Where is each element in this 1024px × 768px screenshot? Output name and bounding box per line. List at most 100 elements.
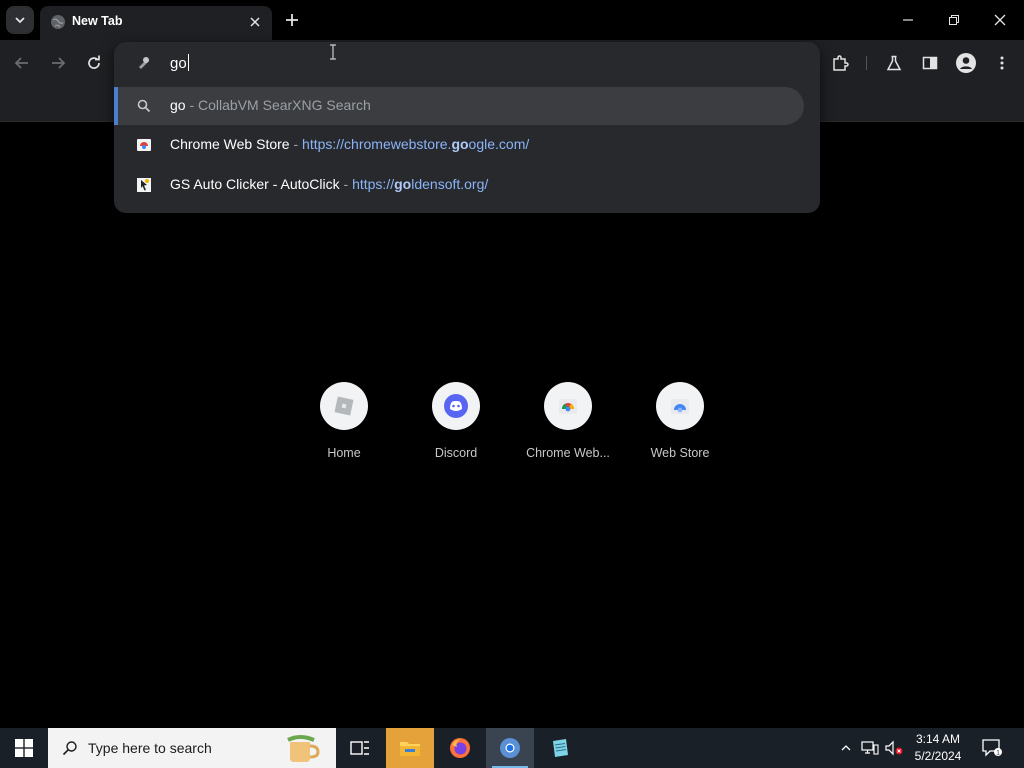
arrow-left-icon bbox=[14, 57, 28, 69]
suggestion-separator: - bbox=[289, 136, 303, 152]
chrome-web-store-icon bbox=[137, 139, 151, 151]
chevron-down-icon bbox=[15, 17, 25, 24]
toolbar-divider bbox=[866, 56, 867, 70]
url-part: https:// bbox=[352, 176, 395, 192]
searxng-icon bbox=[139, 57, 149, 69]
close-icon bbox=[250, 17, 260, 27]
taskbar: Type here to search 3:14 AM 5/2/2024 1 bbox=[0, 728, 1024, 768]
taskbar-chrome[interactable] bbox=[486, 728, 534, 768]
taskbar-notepad-app[interactable] bbox=[536, 728, 584, 768]
folder-icon bbox=[400, 742, 420, 756]
notepad-icon bbox=[553, 739, 568, 757]
title-bar: New Tab bbox=[0, 0, 1024, 40]
notifications-button[interactable]: 1 bbox=[982, 738, 1002, 758]
suggestion-url: https://goldensoft.org/ bbox=[352, 176, 488, 192]
omnibox-input[interactable]: go bbox=[170, 54, 189, 72]
restore-icon bbox=[949, 15, 959, 25]
side-panel-button[interactable] bbox=[916, 49, 944, 77]
search-icon bbox=[137, 99, 151, 113]
shortcut-label: Web Store bbox=[650, 446, 710, 460]
omnibox-dropdown: go go - CollabVM SearXNG Search Chrome W… bbox=[114, 42, 820, 213]
search-icon bbox=[62, 741, 77, 756]
clock-date: 5/2/2024 bbox=[914, 749, 962, 763]
shortcut-tile bbox=[432, 382, 480, 430]
notifications-icon: 1 bbox=[982, 739, 1002, 757]
omnibox-text: go bbox=[170, 55, 187, 72]
arrow-right-icon bbox=[52, 57, 66, 69]
shortcut-web-store[interactable]: Web Store bbox=[624, 380, 736, 470]
shortcut-tile bbox=[320, 382, 368, 430]
taskbar-file-explorer[interactable] bbox=[386, 728, 434, 768]
taskbar-clock[interactable]: 3:14 AM 5/2/2024 bbox=[908, 731, 968, 765]
shortcut-label: Discord bbox=[434, 446, 478, 460]
suggestion-chrome-web-store[interactable]: Chrome Web Store - https://chromewebstor… bbox=[114, 126, 820, 164]
forward-button[interactable] bbox=[44, 49, 72, 77]
firefox-icon bbox=[450, 738, 470, 758]
url-match: go bbox=[394, 176, 412, 192]
task-view-button[interactable] bbox=[336, 728, 384, 768]
puzzle-icon bbox=[833, 55, 849, 71]
menu-button[interactable] bbox=[988, 49, 1016, 77]
new-tab-button[interactable] bbox=[280, 8, 304, 32]
svg-text:1: 1 bbox=[996, 750, 1000, 757]
network-button[interactable] bbox=[860, 738, 880, 758]
search-highlight-icon bbox=[287, 735, 320, 762]
task-view-icon bbox=[350, 741, 369, 755]
taskbar-firefox[interactable] bbox=[436, 728, 484, 768]
close-window-button[interactable] bbox=[988, 8, 1012, 32]
suggestion-text: GS Auto Clicker - AutoClick - https://go… bbox=[170, 176, 488, 192]
suggestion-text: Chrome Web Store - https://chromewebstor… bbox=[170, 136, 529, 152]
selection-indicator bbox=[114, 87, 118, 125]
shortcut-tile bbox=[544, 382, 592, 430]
search-placeholder: Type here to search bbox=[88, 740, 212, 756]
tab-search-button[interactable] bbox=[6, 6, 34, 34]
taskbar-search-box[interactable]: Type here to search bbox=[48, 728, 336, 768]
network-icon bbox=[861, 741, 879, 755]
start-button[interactable] bbox=[0, 728, 48, 768]
volume-muted-icon bbox=[885, 740, 903, 756]
back-button[interactable] bbox=[8, 49, 36, 77]
tab-title: New Tab bbox=[72, 14, 123, 28]
close-tab-button[interactable] bbox=[246, 13, 264, 31]
reload-icon bbox=[88, 55, 100, 69]
suggestion-separator: - bbox=[185, 97, 199, 113]
suggestion-search[interactable]: go - CollabVM SearXNG Search bbox=[114, 87, 804, 125]
show-hidden-icons-button[interactable] bbox=[836, 738, 856, 758]
restore-button[interactable] bbox=[942, 8, 966, 32]
suggestion-separator: - bbox=[339, 176, 353, 192]
url-match: go bbox=[451, 136, 469, 152]
discord-icon bbox=[444, 394, 468, 418]
gs-auto-clicker-icon bbox=[137, 178, 151, 192]
shortcut-chrome-web-store[interactable]: Chrome Web... bbox=[512, 380, 624, 470]
volume-button[interactable] bbox=[884, 738, 904, 758]
suggestion-title: Chrome Web Store bbox=[170, 136, 290, 152]
shortcut-discord[interactable]: Discord bbox=[400, 380, 512, 470]
roblox-icon bbox=[334, 396, 354, 416]
ibeam-cursor-icon bbox=[330, 44, 336, 60]
url-part: https://chromewebstore. bbox=[302, 136, 452, 152]
reload-button[interactable] bbox=[80, 49, 108, 77]
minimize-button[interactable] bbox=[896, 8, 920, 32]
shortcut-label: Home bbox=[327, 446, 361, 460]
url-part: ogle.com/ bbox=[468, 136, 530, 152]
labs-button[interactable] bbox=[880, 49, 908, 77]
suggestion-source: CollabVM SearXNG Search bbox=[198, 97, 371, 113]
suggestion-url: https://chromewebstore.google.com/ bbox=[302, 136, 529, 152]
suggestion-gs-auto-clicker[interactable]: GS Auto Clicker - AutoClick - https://go… bbox=[114, 166, 820, 204]
shortcut-home[interactable]: Home bbox=[288, 380, 400, 470]
chrome-icon bbox=[500, 738, 520, 758]
web-store-icon bbox=[671, 399, 689, 414]
profile-button[interactable] bbox=[952, 49, 980, 77]
suggestion-title: GS Auto Clicker - AutoClick bbox=[170, 176, 340, 192]
suggestion-text: go - CollabVM SearXNG Search bbox=[170, 97, 371, 113]
tab-new-tab[interactable]: New Tab bbox=[40, 6, 272, 40]
plus-icon bbox=[286, 14, 298, 26]
globe-icon bbox=[51, 15, 65, 29]
screen: New Tab go go - CollabVM SearXNG Search … bbox=[0, 0, 1024, 768]
extensions-button[interactable] bbox=[826, 49, 854, 77]
shortcut-label: Chrome Web... bbox=[526, 446, 610, 460]
windows-icon bbox=[15, 739, 33, 757]
chevron-up-icon bbox=[841, 745, 851, 751]
minimize-icon bbox=[903, 19, 913, 21]
side-panel-icon bbox=[922, 56, 938, 70]
